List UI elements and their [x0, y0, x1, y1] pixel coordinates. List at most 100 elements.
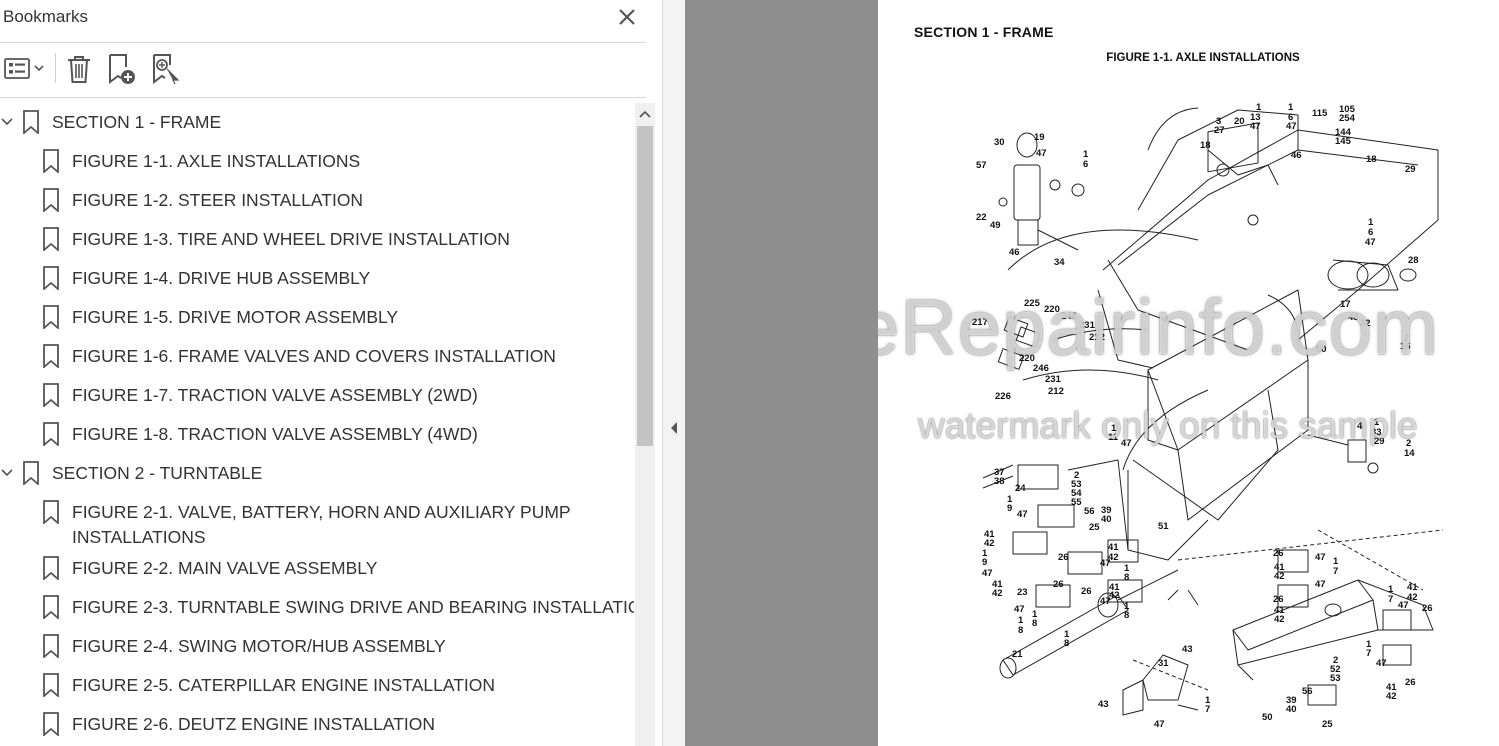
- watermark-sub: watermark only on this sample: [918, 405, 1418, 446]
- bookmark-icon: [43, 712, 59, 736]
- bookmark-item[interactable]: FIGURE 1-5. DRIVE MOTOR ASSEMBLY: [0, 298, 634, 337]
- bookmark-item[interactable]: FIGURE 2-6. DEUTZ ENGINE INSTALLATION: [0, 705, 634, 744]
- bookmark-label: FIGURE 2-6. DEUTZ ENGINE INSTALLATION: [72, 714, 436, 734]
- svg-text:56: 56: [1302, 686, 1313, 697]
- svg-text:42: 42: [1407, 592, 1418, 603]
- svg-text:50: 50: [1262, 712, 1273, 723]
- document-page: SECTION 1 - FRAME FIGURE 1-1. AXLE INSTA…: [878, 0, 1499, 746]
- list-options-icon: [4, 58, 44, 79]
- svg-text:7: 7: [1333, 566, 1338, 577]
- bookmark-item[interactable]: FIGURE 2-2. MAIN VALVE ASSEMBLY: [0, 549, 634, 588]
- svg-text:46: 46: [1291, 150, 1302, 161]
- bookmark-label: FIGURE 1-3. TIRE AND WHEEL DRIVE INSTALL…: [72, 229, 510, 249]
- bookmarks-toolbar: [0, 43, 646, 98]
- bookmark-item[interactable]: FIGURE 1-1. AXLE INSTALLATIONS: [0, 142, 634, 181]
- svg-text:46: 46: [1009, 247, 1020, 258]
- svg-text:18: 18: [1200, 140, 1211, 151]
- bookmark-item[interactable]: FIGURE 2-1. VALVE, BATTERY, HORN AND AUX…: [0, 493, 634, 549]
- delete-bookmark-button[interactable]: [64, 52, 94, 86]
- bookmark-icon: [43, 500, 59, 524]
- svg-text:29: 29: [1405, 164, 1416, 175]
- svg-text:57: 57: [976, 160, 987, 171]
- bookmark-icon: [43, 266, 59, 290]
- bookmark-item[interactable]: FIGURE 1-4. DRIVE HUB ASSEMBLY: [0, 259, 634, 298]
- svg-text:26: 26: [1273, 548, 1284, 559]
- bookmark-icon: [43, 344, 59, 368]
- bookmark-icon: [43, 634, 59, 658]
- bookmark-section-2[interactable]: SECTION 2 - TURNTABLE: [0, 454, 634, 493]
- svg-text:34: 34: [1054, 257, 1065, 268]
- svg-text:8: 8: [1124, 572, 1129, 583]
- bookmark-label: FIGURE 2-1. VALVE, BATTERY, HORN AND AUX…: [72, 502, 571, 547]
- svg-text:31: 31: [1158, 658, 1169, 669]
- figure-title: FIGURE 1-1. AXLE INSTALLATIONS: [1106, 52, 1300, 64]
- svg-text:226: 226: [995, 391, 1011, 402]
- bookmark-icon: [43, 556, 59, 580]
- svg-text:26: 26: [1081, 586, 1092, 597]
- document-background: [685, 0, 878, 746]
- find-bookmark-button[interactable]: [150, 52, 182, 86]
- svg-text:47: 47: [1014, 604, 1025, 615]
- bookmark-section-1[interactable]: SECTION 1 - FRAME: [0, 103, 634, 142]
- bookmark-label: FIGURE 2-2. MAIN VALVE ASSEMBLY: [72, 558, 378, 578]
- options-menu-button[interactable]: [3, 52, 45, 86]
- bookmark-label: FIGURE 1-6. FRAME VALVES AND COVERS INST…: [72, 346, 556, 366]
- find-current-bookmark-icon: [153, 54, 180, 85]
- bookmark-label: FIGURE 1-8. TRACTION VALVE ASSEMBLY (4WD…: [72, 424, 478, 444]
- svg-text:42: 42: [1274, 614, 1285, 625]
- svg-text:47: 47: [1154, 719, 1165, 730]
- svg-text:24: 24: [1015, 483, 1026, 494]
- bookmark-icon: [43, 188, 59, 212]
- chevron-down-icon[interactable]: [0, 115, 14, 129]
- bookmark-item[interactable]: FIGURE 1-3. TIRE AND WHEEL DRIVE INSTALL…: [0, 220, 634, 259]
- svg-text:7: 7: [1388, 594, 1393, 605]
- svg-text:21: 21: [1012, 649, 1023, 660]
- svg-text:56: 56: [1084, 506, 1095, 517]
- bookmark-label: SECTION 1 - FRAME: [52, 112, 222, 132]
- svg-text:47: 47: [982, 568, 993, 579]
- scroll-up-button[interactable]: [635, 103, 655, 125]
- bookmark-item[interactable]: FIGURE 2-5. CATERPILLAR ENGINE INSTALLAT…: [0, 666, 634, 705]
- bookmark-icon: [43, 227, 59, 251]
- svg-text:26: 26: [1422, 603, 1433, 614]
- new-bookmark-button[interactable]: [106, 52, 138, 86]
- svg-text:47: 47: [1100, 596, 1111, 607]
- svg-text:7: 7: [1366, 648, 1371, 659]
- bookmark-item[interactable]: FIGURE 1-2. STEER INSTALLATION: [0, 181, 634, 220]
- watermark-main: eRepairinfo.com: [878, 283, 1439, 371]
- bookmark-item[interactable]: FIGURE 1-8. TRACTION VALVE ASSEMBLY (4WD…: [0, 415, 634, 454]
- svg-text:6: 6: [1083, 159, 1088, 170]
- svg-text:47: 47: [1365, 237, 1376, 248]
- svg-text:14: 14: [1404, 448, 1415, 459]
- bookmark-icon: [43, 383, 59, 407]
- bookmark-tree: SECTION 1 - FRAME FIGURE 1-1. AXLE INSTA…: [0, 103, 634, 746]
- bookmark-item[interactable]: FIGURE 2-4. SWING MOTOR/HUB ASSEMBLY: [0, 627, 634, 666]
- close-panel-button[interactable]: [612, 2, 642, 32]
- section-heading: SECTION 1 - FRAME: [914, 24, 1054, 40]
- svg-text:9: 9: [982, 557, 987, 568]
- panel-splitter[interactable]: [663, 0, 685, 746]
- svg-text:22: 22: [976, 212, 987, 223]
- bookmark-label: FIGURE 2-3. TURNTABLE SWING DRIVE AND BE…: [72, 597, 634, 617]
- svg-text:47: 47: [1017, 509, 1028, 520]
- bookmark-label: FIGURE 1-7. TRACTION VALVE ASSEMBLY (2WD…: [72, 385, 478, 405]
- svg-text:38: 38: [994, 476, 1005, 487]
- svg-text:51: 51: [1158, 521, 1169, 532]
- svg-text:8: 8: [1124, 610, 1129, 621]
- bookmark-label: FIGURE 1-5. DRIVE MOTOR ASSEMBLY: [72, 307, 399, 327]
- svg-text:27: 27: [1214, 125, 1225, 136]
- bookmark-icon: [43, 673, 59, 697]
- collapse-panel-button[interactable]: [668, 419, 680, 437]
- scrollbar-thumb[interactable]: [637, 126, 653, 446]
- svg-text:19: 19: [1034, 132, 1045, 143]
- svg-text:20: 20: [1234, 116, 1245, 127]
- bookmark-item[interactable]: FIGURE 1-7. TRACTION VALVE ASSEMBLY (2WD…: [0, 376, 634, 415]
- chevron-down-icon[interactable]: [0, 466, 14, 480]
- bookmark-item[interactable]: FIGURE 1-6. FRAME VALVES AND COVERS INST…: [0, 337, 634, 376]
- svg-text:26: 26: [1273, 594, 1284, 605]
- bookmark-icon: [23, 461, 39, 485]
- bookmark-label: FIGURE 1-2. STEER INSTALLATION: [72, 190, 364, 210]
- svg-text:53: 53: [1330, 673, 1341, 684]
- bookmark-item[interactable]: FIGURE 2-3. TURNTABLE SWING DRIVE AND BE…: [0, 588, 634, 627]
- svg-text:42: 42: [992, 588, 1003, 599]
